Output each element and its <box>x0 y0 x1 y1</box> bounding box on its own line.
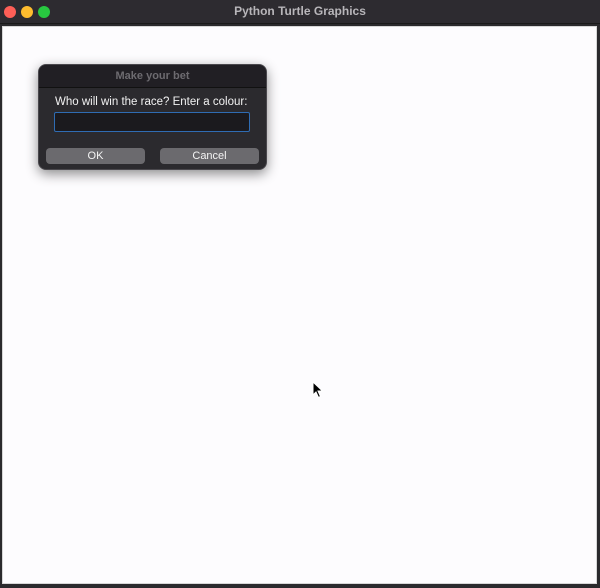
bet-dialog: Make your bet Who will win the race? Ent… <box>38 64 267 170</box>
colour-input[interactable] <box>54 112 250 132</box>
mouse-pointer-icon <box>312 381 324 399</box>
turtle-window: Python Turtle Graphics Make your bet Who… <box>0 0 600 588</box>
window-titlebar[interactable]: Python Turtle Graphics <box>0 0 600 24</box>
dialog-title: Make your bet <box>115 70 190 82</box>
dialog-prompt: Who will win the race? Enter a colour: <box>55 96 248 108</box>
cancel-button[interactable]: Cancel <box>160 148 259 164</box>
window-title: Python Turtle Graphics <box>234 4 366 18</box>
dialog-titlebar[interactable]: Make your bet <box>39 65 266 88</box>
ok-button[interactable]: OK <box>46 148 145 164</box>
